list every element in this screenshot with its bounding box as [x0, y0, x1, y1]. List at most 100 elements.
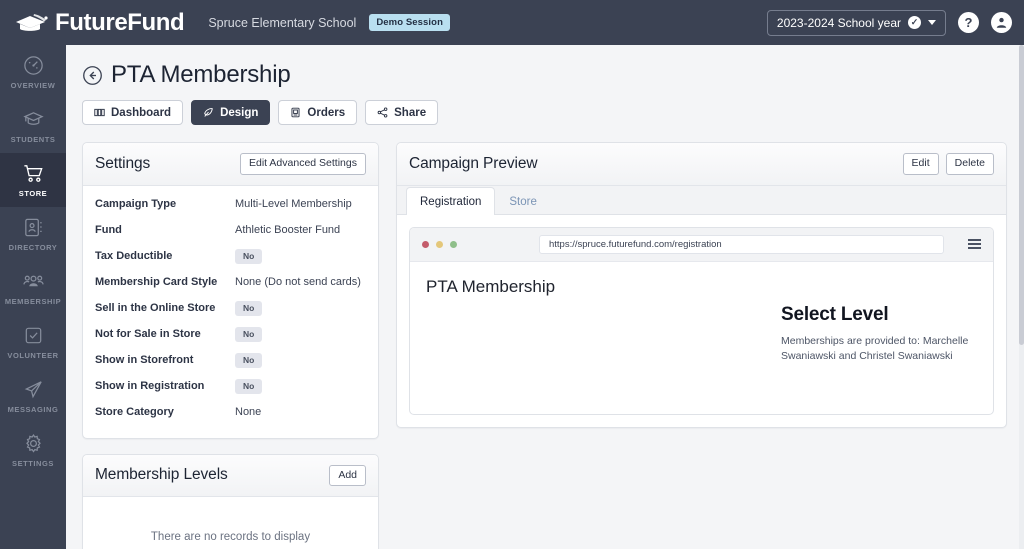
check-icon: ✓ — [908, 16, 921, 29]
add-membership-level-button[interactable]: Add — [329, 464, 366, 487]
school-year-select[interactable]: 2023-2024 School year ✓ — [766, 9, 946, 36]
sidebar-label-store: STORE — [18, 189, 48, 198]
sidebar-item-settings[interactable]: SETTINGS — [0, 423, 66, 477]
back-arrow-circle-icon[interactable] — [82, 65, 103, 86]
sidebar-item-store[interactable]: STORE — [0, 153, 66, 207]
settings-value-badge: No — [235, 248, 263, 264]
settings-key: Membership Card Style — [95, 276, 218, 289]
paper-plane-icon — [22, 378, 45, 401]
preview-select-level-block: Select Level Memberships are provided to… — [781, 304, 977, 364]
settings-key: Not for Sale in Store — [95, 328, 201, 341]
browser-chrome-bar: https://spruce.futurefund.com/registrati… — [410, 227, 993, 262]
settings-card: Settings Edit Advanced Settings Campaign… — [82, 142, 379, 439]
tab-orders[interactable]: Orders — [278, 100, 358, 125]
chevron-down-icon — [928, 20, 936, 25]
membership-levels-card: Membership Levels Add There are no recor… — [82, 453, 379, 549]
main-sidebar: OVERVIEW STUDENTS STORE DIRECTORY MEMBER… — [0, 45, 66, 549]
preview-page-title: PTA Membership — [426, 276, 556, 296]
membership-levels-header: Membership Levels Add — [83, 454, 378, 498]
campaign-tab-bar: Dashboard Design Orders Share — [82, 100, 1024, 125]
content-columns: Settings Edit Advanced Settings Campaign… — [66, 125, 1024, 549]
sidebar-item-messaging[interactable]: MESSAGING — [0, 369, 66, 423]
left-column: Settings Edit Advanced Settings Campaign… — [82, 142, 379, 549]
settings-value: None — [235, 406, 262, 419]
orders-document-icon — [290, 107, 301, 118]
page-scrollbar[interactable] — [1019, 45, 1024, 549]
settings-value: Athletic Booster Fund — [235, 224, 341, 237]
tab-dashboard[interactable]: Dashboard — [82, 100, 184, 125]
help-icon[interactable]: ? — [958, 12, 979, 33]
campaign-preview-header: Campaign Preview Edit Delete — [397, 143, 1006, 186]
settings-value-badge: No — [235, 352, 263, 368]
graduation-cap-logo-icon — [14, 11, 48, 35]
browser-mockup: https://spruce.futurefund.com/registrati… — [409, 226, 994, 415]
settings-row: Membership Card Style None (Do not send … — [83, 272, 378, 293]
demo-session-badge: Demo Session — [369, 14, 450, 31]
settings-row: Sell in the Online Store No — [83, 298, 378, 319]
right-column: Campaign Preview Edit Delete Registratio… — [396, 142, 1007, 549]
page-scrollbar-thumb[interactable] — [1019, 45, 1024, 345]
page-title-row: PTA Membership — [82, 61, 1024, 89]
page-title: PTA Membership — [111, 61, 291, 88]
contact-card-icon — [22, 216, 45, 239]
close-dot-icon — [422, 240, 429, 248]
settings-card-header: Settings Edit Advanced Settings — [83, 143, 378, 186]
settings-value-badge: No — [235, 300, 263, 316]
browser-url-text: https://spruce.futurefund.com/registrati… — [549, 238, 722, 250]
delete-campaign-button[interactable]: Delete — [945, 153, 994, 175]
preview-page-content: PTA Membership Select Level Memberships … — [410, 262, 993, 414]
share-nodes-icon — [377, 107, 388, 118]
membership-levels-empty-state: There are no records to display — [150, 531, 311, 544]
traffic-light-dots — [422, 240, 457, 248]
tab-share[interactable]: Share — [365, 100, 439, 125]
campaign-preview-title: Campaign Preview — [409, 154, 538, 172]
sidebar-item-students[interactable]: STUDENTS — [0, 99, 66, 153]
tab-design[interactable]: Design — [191, 100, 271, 125]
app-logo[interactable]: FutureFund — [14, 10, 185, 35]
sidebar-item-membership[interactable]: MEMBERSHIP — [0, 261, 66, 315]
hamburger-menu-icon[interactable] — [968, 239, 981, 249]
sidebar-label-directory: DIRECTORY — [8, 243, 58, 252]
sidebar-item-volunteer[interactable]: VOLUNTEER — [0, 315, 66, 369]
tab-dashboard-label: Dashboard — [111, 106, 172, 119]
settings-title: Settings — [95, 154, 151, 172]
sidebar-label-messaging: MESSAGING — [7, 405, 59, 414]
preview-tab-registration[interactable]: Registration — [406, 186, 496, 215]
gauge-icon — [22, 54, 45, 77]
graduation-cap-icon — [22, 108, 45, 131]
minimize-dot-icon — [436, 240, 443, 248]
edit-advanced-settings-button[interactable]: Edit Advanced Settings — [240, 153, 366, 175]
preview-tab-bar: Registration Store — [397, 185, 1006, 215]
preview-select-level-heading: Select Level — [781, 303, 889, 325]
sidebar-label-overview: OVERVIEW — [10, 81, 56, 90]
membership-levels-title: Membership Levels — [95, 466, 228, 484]
user-avatar-icon[interactable] — [991, 12, 1012, 33]
sidebar-label-settings: SETTINGS — [12, 459, 54, 468]
settings-value-badge: No — [235, 326, 263, 342]
settings-row: Store Category None — [83, 402, 378, 423]
maximize-dot-icon — [450, 240, 457, 248]
settings-key: Show in Storefront — [95, 354, 194, 367]
preview-tab-store[interactable]: Store — [495, 187, 551, 215]
settings-key: Store Category — [95, 406, 174, 419]
school-name: Spruce Elementary School — [208, 15, 357, 30]
settings-key: Sell in the Online Store — [95, 302, 216, 315]
settings-row: Fund Athletic Booster Fund — [83, 220, 378, 241]
sidebar-label-membership: MEMBERSHIP — [4, 297, 62, 306]
settings-row: Tax Deductible No — [83, 246, 378, 267]
settings-rows: Campaign Type Multi-Level Membership Fun… — [83, 186, 378, 438]
sidebar-item-overview[interactable]: OVERVIEW — [0, 45, 66, 99]
settings-row: Show in Registration No — [83, 376, 378, 397]
sidebar-label-students: STUDENTS — [10, 135, 56, 144]
edit-campaign-button[interactable]: Edit — [902, 153, 939, 175]
browser-url-bar[interactable]: https://spruce.futurefund.com/registrati… — [539, 234, 944, 254]
shopping-cart-icon — [22, 162, 45, 185]
gear-icon — [22, 432, 45, 455]
settings-value-badge: No — [235, 378, 263, 394]
people-group-icon — [22, 270, 45, 293]
dashboard-grid-icon — [94, 107, 105, 118]
settings-key: Campaign Type — [95, 198, 177, 211]
sidebar-item-directory[interactable]: DIRECTORY — [0, 207, 66, 261]
settings-row: Campaign Type Multi-Level Membership — [83, 194, 378, 215]
tab-share-label: Share — [394, 106, 427, 119]
